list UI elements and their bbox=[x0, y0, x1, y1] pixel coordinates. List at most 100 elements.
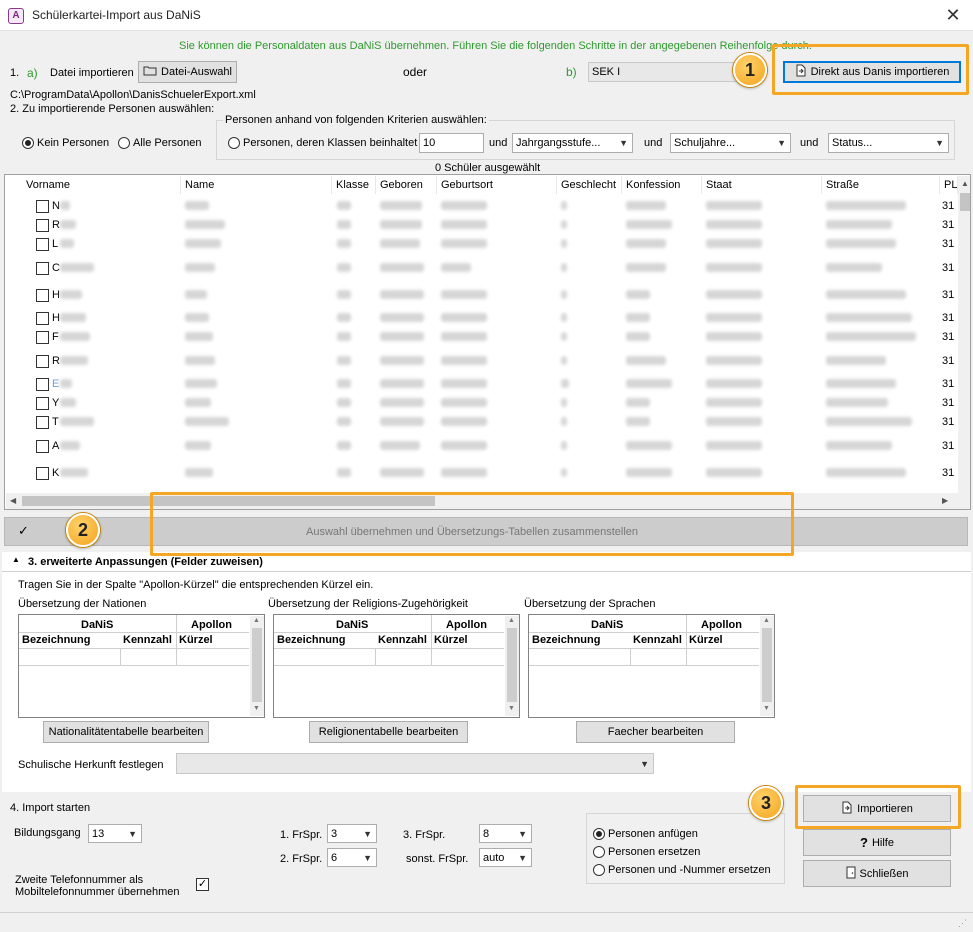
divider bbox=[274, 648, 504, 649]
table-row[interactable]: A 31 bbox=[5, 437, 954, 457]
table-scrollbar[interactable]: ▲ ▼ bbox=[250, 616, 264, 716]
radio-replace[interactable]: Personen ersetzen bbox=[593, 846, 700, 858]
radio-append[interactable]: Personen anfügen bbox=[593, 828, 698, 840]
table-row[interactable]: F 31 bbox=[5, 328, 954, 348]
religion-table-button[interactable]: Religionentabelle bearbeiten bbox=[309, 721, 468, 743]
help-button-label: Hilfe bbox=[871, 836, 894, 849]
column-header[interactable]: Vorname bbox=[22, 176, 181, 194]
table-scrollbar[interactable]: ▲ ▼ bbox=[760, 616, 774, 716]
subjects-button[interactable]: Faecher bearbeiten bbox=[576, 721, 735, 743]
table-row[interactable]: H 31 bbox=[5, 309, 954, 329]
scroll-up-icon[interactable]: ▲ bbox=[763, 617, 770, 624]
scroll-right-icon[interactable]: ▶ bbox=[942, 496, 948, 505]
radio-no-persons[interactable]: Kein Personen bbox=[22, 137, 109, 149]
close-window-icon[interactable]: ✕ bbox=[938, 3, 968, 27]
column-header[interactable]: Geburtsort bbox=[437, 176, 557, 194]
row-checkbox[interactable] bbox=[36, 219, 49, 232]
scroll-left-icon[interactable]: ◀ bbox=[10, 496, 16, 505]
row-checkbox[interactable] bbox=[36, 378, 49, 391]
table-row[interactable]: H 31 bbox=[5, 286, 954, 306]
scroll-thumb[interactable] bbox=[762, 628, 772, 702]
fr1-select[interactable]: 3 ▼ bbox=[327, 824, 377, 843]
collapse-up-icon[interactable]: ▲ bbox=[12, 555, 20, 564]
table-row[interactable]: K 31 bbox=[5, 464, 954, 484]
chevron-down-icon: ▼ bbox=[518, 828, 527, 839]
radio-replace-number[interactable]: Personen und -Nummer ersetzen bbox=[593, 864, 771, 876]
table-row[interactable]: Y 31 bbox=[5, 394, 954, 414]
persons-grid[interactable]: Vorname Name Klasse Geboren Geburtsort G… bbox=[4, 174, 971, 510]
row-checkbox[interactable] bbox=[36, 238, 49, 251]
education-select[interactable]: 13 ▼ bbox=[88, 824, 142, 843]
resize-grip-icon[interactable]: ⋰ bbox=[958, 918, 967, 929]
row-checkbox[interactable] bbox=[36, 397, 49, 410]
school-year-value: Schuljahre... bbox=[674, 137, 736, 149]
row-checkbox[interactable] bbox=[36, 262, 49, 275]
table-row[interactable]: N 31 bbox=[5, 197, 954, 217]
nationality-table-button[interactable]: Nationalitätentabelle bearbeiten bbox=[43, 721, 209, 743]
status-select[interactable]: Status... ▼ bbox=[828, 133, 949, 153]
divider bbox=[274, 632, 504, 633]
row-checkbox[interactable] bbox=[36, 312, 49, 325]
nations-table[interactable]: DaNiS Apollon Bezeichnung Kennzahl Kürze… bbox=[18, 614, 265, 718]
scroll-down-icon[interactable]: ▼ bbox=[508, 705, 515, 712]
table-row[interactable]: R 31 bbox=[5, 352, 954, 372]
table-row[interactable]: L 31 bbox=[5, 235, 954, 255]
other-fr-select[interactable]: auto ▼ bbox=[479, 848, 532, 867]
scroll-up-icon[interactable]: ▲ bbox=[508, 617, 515, 624]
file-select-button[interactable]: Datei-Auswahl bbox=[138, 61, 237, 83]
blurred-cell bbox=[441, 201, 487, 210]
origin-select[interactable]: ▼ bbox=[176, 753, 654, 774]
radio-dot bbox=[593, 846, 605, 858]
row-checkbox[interactable] bbox=[36, 467, 49, 480]
radio-all-persons[interactable]: Alle Personen bbox=[118, 137, 202, 149]
grade-select[interactable]: Jahrgangsstufe... ▼ bbox=[512, 133, 633, 153]
fr2-select[interactable]: 6 ▼ bbox=[327, 848, 377, 867]
column-header[interactable]: Klasse bbox=[332, 176, 376, 194]
table-scrollbar[interactable]: ▲ ▼ bbox=[505, 616, 519, 716]
grid-vertical-scrollbar[interactable]: ▲ bbox=[958, 176, 970, 494]
phone-checkbox[interactable]: ✓ bbox=[196, 878, 209, 891]
radio-by-classes[interactable]: Personen, deren Klassen beinhaltet bbox=[228, 137, 417, 149]
column-header[interactable]: PL bbox=[940, 176, 958, 194]
scroll-thumb[interactable] bbox=[252, 628, 262, 702]
table-row[interactable]: E 31 bbox=[5, 375, 954, 395]
row-checkbox[interactable] bbox=[36, 289, 49, 302]
table-row[interactable]: T 31 bbox=[5, 413, 954, 433]
column-header[interactable]: Geschlecht bbox=[557, 176, 622, 194]
column-header[interactable]: Konfession bbox=[622, 176, 702, 194]
row-checkbox[interactable] bbox=[36, 200, 49, 213]
table-row[interactable]: R 31 bbox=[5, 216, 954, 236]
close-button[interactable]: Schließen bbox=[803, 860, 951, 887]
scroll-thumb[interactable] bbox=[507, 628, 517, 702]
column-header[interactable]: Name bbox=[181, 176, 332, 194]
scroll-down-icon[interactable]: ▼ bbox=[253, 705, 260, 712]
blurred-cell bbox=[337, 220, 351, 229]
blurred-cell bbox=[441, 468, 487, 477]
school-year-select[interactable]: Schuljahre... ▼ bbox=[670, 133, 791, 153]
blurred-cell bbox=[561, 201, 567, 210]
column-header[interactable]: Staat bbox=[702, 176, 822, 194]
column-header[interactable]: Straße bbox=[822, 176, 940, 194]
row-checkbox[interactable] bbox=[36, 416, 49, 429]
table-row[interactable]: C 31 bbox=[5, 259, 954, 279]
row-checkbox[interactable] bbox=[36, 355, 49, 368]
column-header[interactable]: Geboren bbox=[376, 176, 437, 194]
row-checkbox[interactable] bbox=[36, 331, 49, 344]
scroll-up-icon[interactable]: ▲ bbox=[253, 617, 260, 624]
religions-table[interactable]: DaNiS Apollon Bezeichnung Kennzahl Kürze… bbox=[273, 614, 520, 718]
blurred-cell bbox=[706, 398, 762, 407]
blurred-cell bbox=[826, 468, 906, 477]
column-header: Kürzel bbox=[179, 634, 213, 646]
help-button[interactable]: ? Hilfe bbox=[803, 829, 951, 856]
scroll-up-icon[interactable]: ▲ bbox=[961, 179, 969, 188]
scroll-thumb[interactable] bbox=[960, 193, 970, 211]
file-select-label: Datei-Auswahl bbox=[161, 66, 232, 78]
scroll-down-icon[interactable]: ▼ bbox=[763, 705, 770, 712]
row-checkbox[interactable] bbox=[36, 440, 49, 453]
fr3-select[interactable]: 8 ▼ bbox=[479, 824, 532, 843]
class-input-value: 10 bbox=[423, 137, 436, 149]
class-input[interactable]: 10 bbox=[419, 133, 484, 153]
languages-table[interactable]: DaNiS Apollon Bezeichnung Kennzahl Kürze… bbox=[528, 614, 775, 718]
school-type-select[interactable]: SEK I bbox=[588, 62, 738, 82]
blurred-cell bbox=[185, 220, 225, 229]
